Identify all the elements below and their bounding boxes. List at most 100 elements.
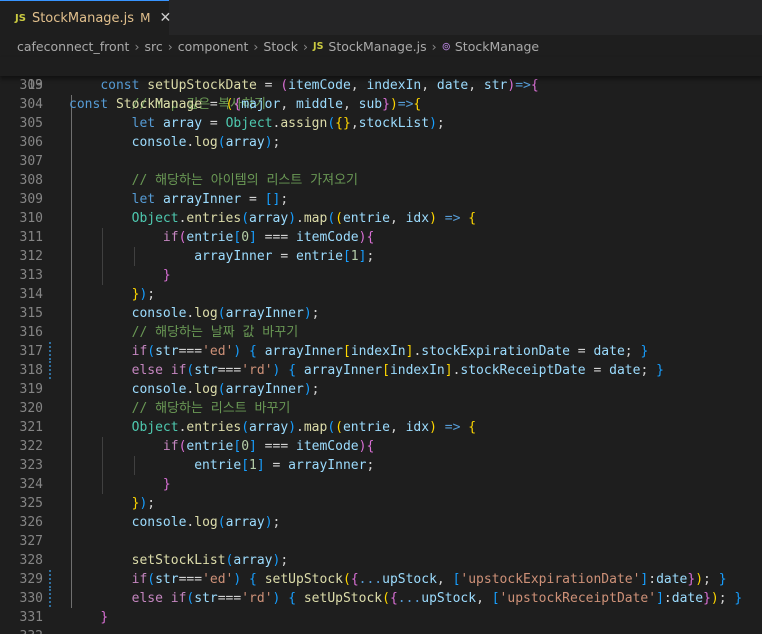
modified-line-marker	[49, 361, 51, 380]
code-line[interactable]: 320 // 해당하는 리스트 바꾸기	[0, 399, 762, 418]
code-line[interactable]: 330 else if(str==='rd') { setUpStock({..…	[0, 589, 762, 608]
code-token: Object	[225, 116, 273, 131]
code-token: ...	[358, 572, 383, 587]
code-line[interactable]: 332	[0, 627, 762, 634]
code-token: }	[656, 363, 664, 378]
breadcrumb-item-src[interactable]: src	[144, 39, 162, 54]
code-line[interactable]: 306 console.log(array);	[0, 133, 762, 152]
code-line[interactable]: 317 if(str==='ed') { arrayInner[indexIn]…	[0, 342, 762, 361]
code-line[interactable]: 321 Object.entries(array).map((entrie, i…	[0, 418, 762, 437]
code-token: ...	[397, 591, 422, 606]
code-token: (	[217, 515, 226, 530]
javascript-file-icon: JS	[15, 12, 26, 24]
line-number: 313	[19, 268, 43, 283]
code-token: ,	[389, 211, 406, 226]
code-line[interactable]: 324 }	[0, 475, 762, 494]
close-icon[interactable]: ✕	[159, 10, 171, 26]
code-token: ,	[389, 420, 406, 435]
code-token: )	[429, 211, 437, 226]
code-line[interactable]: 326 console.log(array);	[0, 513, 762, 532]
breadcrumb-item-file[interactable]: StockManage.js	[328, 39, 426, 54]
code-line[interactable]: 303 const setUpStockDate = (itemCode, in…	[0, 76, 762, 95]
code-line[interactable]: 312 arrayInner = entrie[1];	[0, 247, 762, 266]
code-token: else if	[131, 363, 187, 378]
code-line[interactable]: 315 console.log(arrayInner);	[0, 304, 762, 323]
code-token: else if	[131, 591, 187, 606]
line-number: 321	[19, 420, 43, 435]
code-line[interactable]: 323 entrie[1] = arrayInner;	[0, 456, 762, 475]
tab-stockmanage-js[interactable]: JS StockManage.js M ✕	[0, 0, 171, 35]
code-line[interactable]: 331 }	[0, 608, 762, 627]
code-text: }	[69, 266, 171, 285]
code-line[interactable]: 316 // 해당하는 날짜 값 바꾸기	[0, 323, 762, 342]
code-line[interactable]: 310 Object.entries(array).map((entrie, i…	[0, 209, 762, 228]
code-line[interactable]: 314 });	[0, 285, 762, 304]
code-token: ===	[178, 344, 203, 359]
code-token: ;	[366, 458, 375, 473]
code-token: )	[695, 572, 704, 587]
code-token: console	[131, 306, 187, 321]
code-token: ]	[444, 363, 453, 378]
code-line[interactable]: 318 else if(str==='rd') { arrayInner[ind…	[0, 361, 762, 380]
code-line[interactable]: 327	[0, 532, 762, 551]
code-line[interactable]: 308 // 해당하는 아이템의 리스트 가져오기	[0, 171, 762, 190]
code-token: {}	[335, 116, 351, 131]
code-line[interactable]: 325 });	[0, 494, 762, 513]
code-text: if(str==='ed') { setUpStock({...upStock,…	[69, 570, 727, 589]
code-token: indexIn	[366, 78, 422, 93]
code-token: (	[241, 211, 250, 226]
code-token: array	[233, 553, 273, 568]
code-line[interactable]: 313 }	[0, 266, 762, 285]
code-token: ]	[249, 439, 257, 454]
modified-line-marker	[49, 342, 51, 361]
code-token: let	[131, 116, 163, 131]
code-token: stockList	[358, 116, 430, 131]
chevron-right-icon: ›	[431, 38, 437, 54]
code-token: )	[264, 135, 273, 150]
code-line[interactable]: 311 if(entrie[0] === itemCode){	[0, 228, 762, 247]
breadcrumb-item-stock[interactable]: Stock	[263, 39, 298, 54]
code-token: }	[703, 591, 711, 606]
line-number: 326	[19, 515, 43, 530]
code-token: itemCode	[296, 230, 359, 245]
sticky-code-line[interactable]: 19 const StockManage = ({major, middle, …	[0, 57, 762, 112]
code-text: if(str==='ed') { arrayInner[indexIn].sto…	[69, 342, 649, 361]
code-token: {	[389, 591, 398, 606]
code-line[interactable]: 309 let arrayInner = [];	[0, 190, 762, 209]
code-token: )	[507, 78, 516, 93]
code-token: date	[671, 591, 704, 606]
code-line[interactable]: 305 let array = Object.assign({},stockLi…	[0, 114, 762, 133]
code-line[interactable]: 328 setStockList(array);	[0, 551, 762, 570]
code-line[interactable]: 329 if(str==='ed') { setUpStock({...upSt…	[0, 570, 762, 589]
code-token: ;	[703, 572, 719, 587]
breadcrumb-item-component[interactable]: component	[178, 39, 249, 54]
code-editor[interactable]: 303 const setUpStockDate = (itemCode, in…	[0, 76, 762, 634]
code-line[interactable]: 307	[0, 152, 762, 171]
breadcrumb-item-symbol[interactable]: StockManage	[455, 39, 539, 54]
line-number: 308	[19, 173, 43, 188]
sticky-scroll-header[interactable]: 19 const StockManage = ({major, middle, …	[0, 57, 762, 112]
code-token: array	[249, 420, 289, 435]
code-token: (	[327, 420, 336, 435]
code-token: =>	[397, 97, 414, 112]
code-token: entrie	[186, 230, 234, 245]
code-text: if(entrie[0] === itemCode){	[69, 437, 374, 456]
code-line[interactable]: 319 console.log(arrayInner);	[0, 380, 762, 399]
line-number: 330	[19, 591, 43, 606]
code-token: {	[350, 572, 359, 587]
code-token: }	[382, 97, 390, 112]
code-token: (	[147, 344, 156, 359]
code-token: upStock	[421, 591, 477, 606]
code-token: arrayInner	[225, 306, 304, 321]
code-token: ;	[624, 344, 641, 359]
code-token: upStock	[382, 572, 437, 587]
code-token: console	[131, 382, 187, 397]
code-token: arrayInner	[303, 363, 383, 378]
breadcrumb-item-project[interactable]: cafeconnect_front	[17, 39, 129, 54]
code-line[interactable]: 322 if(entrie[0] === itemCode){	[0, 437, 762, 456]
code-token: indexIn	[389, 363, 445, 378]
code-token: log	[194, 382, 218, 397]
code-token: =>	[436, 420, 469, 435]
